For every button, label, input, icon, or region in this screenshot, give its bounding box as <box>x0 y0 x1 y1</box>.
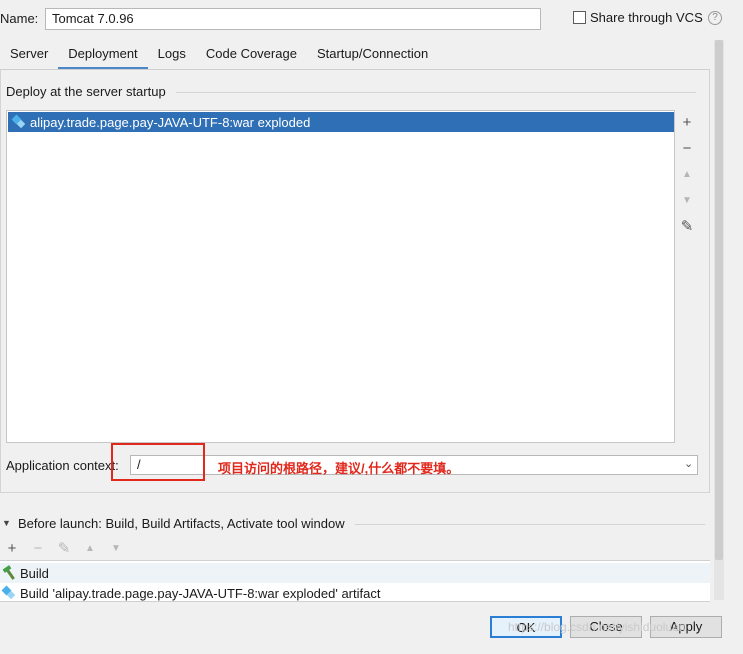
move-down-icon[interactable]: ▼ <box>107 543 125 554</box>
artifact-icon <box>1 585 16 600</box>
before-launch-list[interactable]: Build Build 'alipay.trade.page.pay-JAVA-… <box>0 560 710 602</box>
list-item-label: Build <box>20 565 49 581</box>
scrollbar-thumb[interactable] <box>715 40 723 560</box>
tab-code-coverage[interactable]: Code Coverage <box>196 40 307 70</box>
checkbox-box[interactable] <box>573 11 586 24</box>
edit-icon[interactable]: ✎ <box>678 218 696 244</box>
collapse-triangle-icon[interactable]: ▼ <box>2 518 11 528</box>
app-context-label: Application context: <box>6 458 119 473</box>
list-item-label: alipay.trade.page.pay-JAVA-UTF-8:war exp… <box>30 114 311 130</box>
hammer-icon <box>2 565 16 580</box>
list-item[interactable]: alipay.trade.page.pay-JAVA-UTF-8:war exp… <box>8 112 674 132</box>
list-item[interactable]: Build 'alipay.trade.page.pay-JAVA-UTF-8:… <box>0 583 710 603</box>
list-item[interactable]: Build <box>0 563 710 583</box>
help-icon[interactable]: ? <box>708 11 722 25</box>
move-down-icon[interactable]: ▼ <box>678 192 696 218</box>
artifact-icon <box>11 114 26 129</box>
name-input[interactable]: Tomcat 7.0.96 <box>45 8 541 30</box>
annotation-text: 项目访问的根路径，建议/,什么都不要填。 <box>218 461 460 476</box>
close-button[interactable]: Close <box>570 616 642 638</box>
move-up-icon[interactable]: ▲ <box>81 543 99 554</box>
section-divider <box>176 92 696 93</box>
deploy-list[interactable]: alipay.trade.page.pay-JAVA-UTF-8:war exp… <box>6 110 675 443</box>
list-item-label: Build 'alipay.trade.page.pay-JAVA-UTF-8:… <box>20 585 381 601</box>
ok-button[interactable]: OK <box>490 616 562 638</box>
add-icon[interactable]: + <box>678 114 696 140</box>
move-up-icon[interactable]: ▲ <box>678 166 696 192</box>
chevron-down-icon[interactable]: ⌄ <box>684 457 693 470</box>
tab-logs[interactable]: Logs <box>148 40 196 70</box>
tab-server[interactable]: Server <box>0 40 58 70</box>
tab-bar: Server Deployment Logs Code Coverage Sta… <box>0 40 438 70</box>
tab-deployment[interactable]: Deployment <box>58 40 149 70</box>
share-vcs-checkbox[interactable]: Share through VCS <box>573 10 703 25</box>
highlight-box <box>111 443 205 481</box>
remove-icon[interactable]: − <box>29 540 47 557</box>
share-vcs-label: Share through VCS <box>590 10 703 25</box>
tab-startup-connection[interactable]: Startup/Connection <box>307 40 438 70</box>
deploy-section-title: Deploy at the server startup <box>6 84 166 99</box>
edit-icon[interactable]: ✎ <box>55 539 73 557</box>
before-launch-toolbar: + − ✎ ▲ ▼ <box>3 539 125 558</box>
add-icon[interactable]: + <box>3 540 21 557</box>
deploy-toolbar: + − ▲ ▼ ✎ <box>678 114 696 244</box>
apply-button[interactable]: Apply <box>650 616 722 638</box>
name-label: Name: <box>0 11 39 26</box>
before-launch-title[interactable]: Before launch: Build, Build Artifacts, A… <box>18 516 345 531</box>
section-divider <box>355 524 705 525</box>
remove-icon[interactable]: − <box>678 140 696 166</box>
